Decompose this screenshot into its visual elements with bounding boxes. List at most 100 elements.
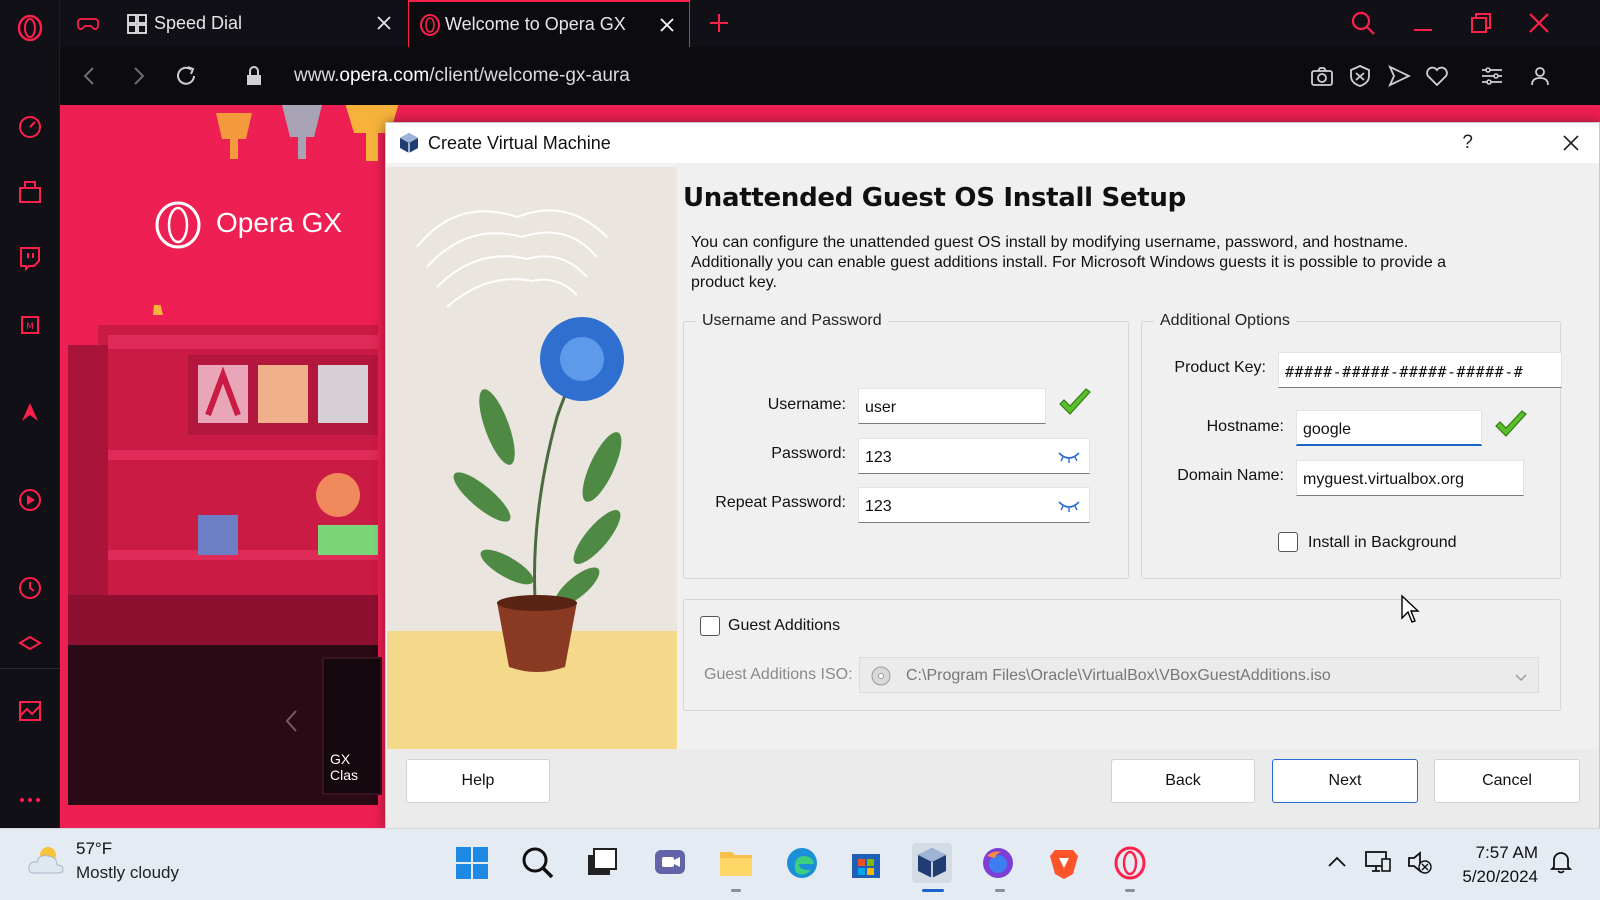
opera-gx-brand: Opera GX	[216, 207, 343, 238]
reload-icon[interactable]	[174, 64, 198, 88]
username-value: user	[865, 399, 897, 416]
iso-path-value: C:\Program Files\Oracle\VirtualBox\VBoxG…	[906, 667, 1331, 684]
player-icon[interactable]	[14, 484, 46, 516]
notification-bell-icon[interactable]	[1548, 849, 1574, 875]
show-password-icon[interactable]	[1057, 498, 1081, 514]
close-tab-icon[interactable]	[657, 15, 677, 35]
firefox-icon[interactable]	[978, 843, 1018, 883]
brave-icon[interactable]	[1044, 843, 1084, 883]
hostname-input[interactable]: google	[1296, 410, 1482, 446]
tab-welcome-opera-gx[interactable]: Welcome to Opera GX	[408, 0, 690, 47]
gamepad-icon[interactable]	[76, 12, 100, 36]
active-indicator	[922, 889, 944, 892]
install-in-background-label[interactable]: Install in Background	[1308, 534, 1457, 552]
task-view-icon[interactable]	[582, 843, 622, 883]
product-key-input[interactable]: #####-#####-#####-#####-#	[1278, 352, 1562, 388]
cancel-button[interactable]: Cancel	[1434, 759, 1580, 803]
password-value: 123	[865, 449, 892, 466]
help-button[interactable]: Help	[406, 759, 550, 803]
file-explorer-icon[interactable]	[716, 843, 756, 883]
tab-label: Welcome to Opera GX	[445, 14, 626, 34]
clock-date: 5/20/2024	[1462, 867, 1538, 886]
tab-speed-dial[interactable]: Speed Dial	[124, 0, 406, 47]
opera-gx-logo-icon	[154, 201, 202, 249]
network-icon[interactable]	[1364, 849, 1392, 875]
opera-gx-taskbar-icon[interactable]	[1110, 843, 1150, 883]
opera-logo-icon[interactable]	[14, 12, 46, 44]
domain-name-label: Domain Name:	[1177, 467, 1284, 484]
repeat-password-input[interactable]: 123	[858, 487, 1090, 523]
cube-icon[interactable]	[14, 636, 46, 656]
twitch-icon[interactable]	[14, 242, 46, 274]
url-field[interactable]: www.opera.com/client/welcome-gx-aura	[294, 65, 630, 87]
pinboard-icon[interactable]	[14, 695, 46, 727]
guest-additions-iso-select[interactable]: C:\Program Files\Oracle\VirtualBox\VBoxG…	[859, 657, 1539, 693]
new-tab-icon[interactable]	[708, 12, 730, 34]
guest-additions-label[interactable]: Guest Additions	[728, 617, 840, 635]
weather-condition: Mostly cloudy	[76, 863, 179, 882]
adblock-shield-icon[interactable]	[1348, 64, 1372, 88]
page-heading: Unattended Guest OS Install Setup	[683, 183, 1186, 213]
profile-icon[interactable]	[1528, 64, 1552, 88]
carousel-prev-icon[interactable]	[282, 708, 302, 734]
snapshot-icon[interactable]	[1310, 64, 1334, 88]
gx-corner-icon[interactable]	[14, 176, 46, 208]
close-tab-icon[interactable]	[374, 13, 394, 33]
password-input[interactable]: 123	[858, 438, 1090, 474]
back-icon[interactable]	[78, 64, 102, 88]
chevron-up-icon[interactable]	[1326, 851, 1348, 873]
chevron-down-icon[interactable]	[1514, 670, 1528, 682]
search-icon[interactable]	[518, 843, 558, 883]
domain-name-input[interactable]: myguest.virtualbox.org	[1296, 460, 1524, 496]
windows-taskbar: 57°F Mostly cloudy 7:57 AM 5/20/2024	[0, 828, 1600, 900]
svg-text:M: M	[26, 322, 34, 332]
group-title: Username and Password	[696, 312, 888, 330]
forward-icon[interactable]	[126, 64, 150, 88]
close-dialog-icon[interactable]	[1561, 133, 1581, 153]
teams-chat-icon[interactable]	[650, 843, 690, 883]
sidebar-divider	[0, 668, 60, 669]
address-bar: www.opera.com/client/welcome-gx-aura	[60, 47, 1600, 105]
help-question-icon[interactable]: ?	[1462, 132, 1473, 154]
hostname-label: Hostname:	[1206, 418, 1284, 435]
edge-icon[interactable]	[782, 843, 822, 883]
valid-checkmark-icon	[1494, 410, 1528, 442]
restore-icon[interactable]	[1468, 10, 1494, 36]
trophies-illustration	[212, 105, 399, 173]
gx-classic-card[interactable]: GX Clas	[322, 657, 382, 795]
easy-setup-icon[interactable]	[1480, 64, 1504, 88]
card-label: GX Clas	[330, 751, 359, 783]
more-icon[interactable]	[14, 784, 46, 816]
tab-bar: Speed Dial Welcome to Opera GX	[60, 0, 1600, 47]
url-domain: opera.com	[339, 65, 430, 86]
close-window-icon[interactable]	[1526, 10, 1552, 36]
install-in-background-checkbox[interactable]	[1278, 532, 1298, 552]
virtualbox-taskbar-icon[interactable]	[912, 843, 952, 883]
system-clock[interactable]: 7:57 AM 5/20/2024	[1446, 841, 1538, 889]
tab-label: Speed Dial	[154, 13, 243, 33]
search-tabs-icon[interactable]	[1350, 10, 1376, 36]
history-icon[interactable]	[14, 572, 46, 604]
bookmark-heart-icon[interactable]	[1425, 64, 1449, 88]
volume-muted-icon[interactable]	[1406, 849, 1432, 875]
guest-additions-iso-label: Guest Additions ISO:	[704, 666, 853, 683]
lock-icon[interactable]	[242, 64, 266, 88]
cloudy-weather-icon	[26, 843, 66, 877]
microsoft-store-icon[interactable]	[846, 843, 886, 883]
disc-icon	[870, 665, 892, 687]
minimize-icon[interactable]	[1410, 10, 1436, 36]
aria-icon[interactable]	[14, 396, 46, 428]
username-input[interactable]: user	[858, 388, 1046, 424]
password-label: Password:	[771, 445, 846, 462]
product-key-label: Product Key:	[1174, 359, 1266, 376]
gx-control-icon[interactable]	[14, 110, 46, 142]
cpu-limiter-icon[interactable]: M	[14, 309, 46, 341]
show-password-icon[interactable]	[1057, 449, 1081, 465]
next-button[interactable]: Next	[1272, 759, 1418, 803]
guest-additions-checkbox[interactable]	[700, 616, 720, 636]
start-icon[interactable]	[452, 843, 492, 883]
back-button[interactable]: Back	[1111, 759, 1255, 803]
clock-time: 7:57 AM	[1475, 843, 1538, 862]
send-icon[interactable]	[1387, 64, 1412, 88]
valid-checkmark-icon	[1058, 388, 1092, 420]
